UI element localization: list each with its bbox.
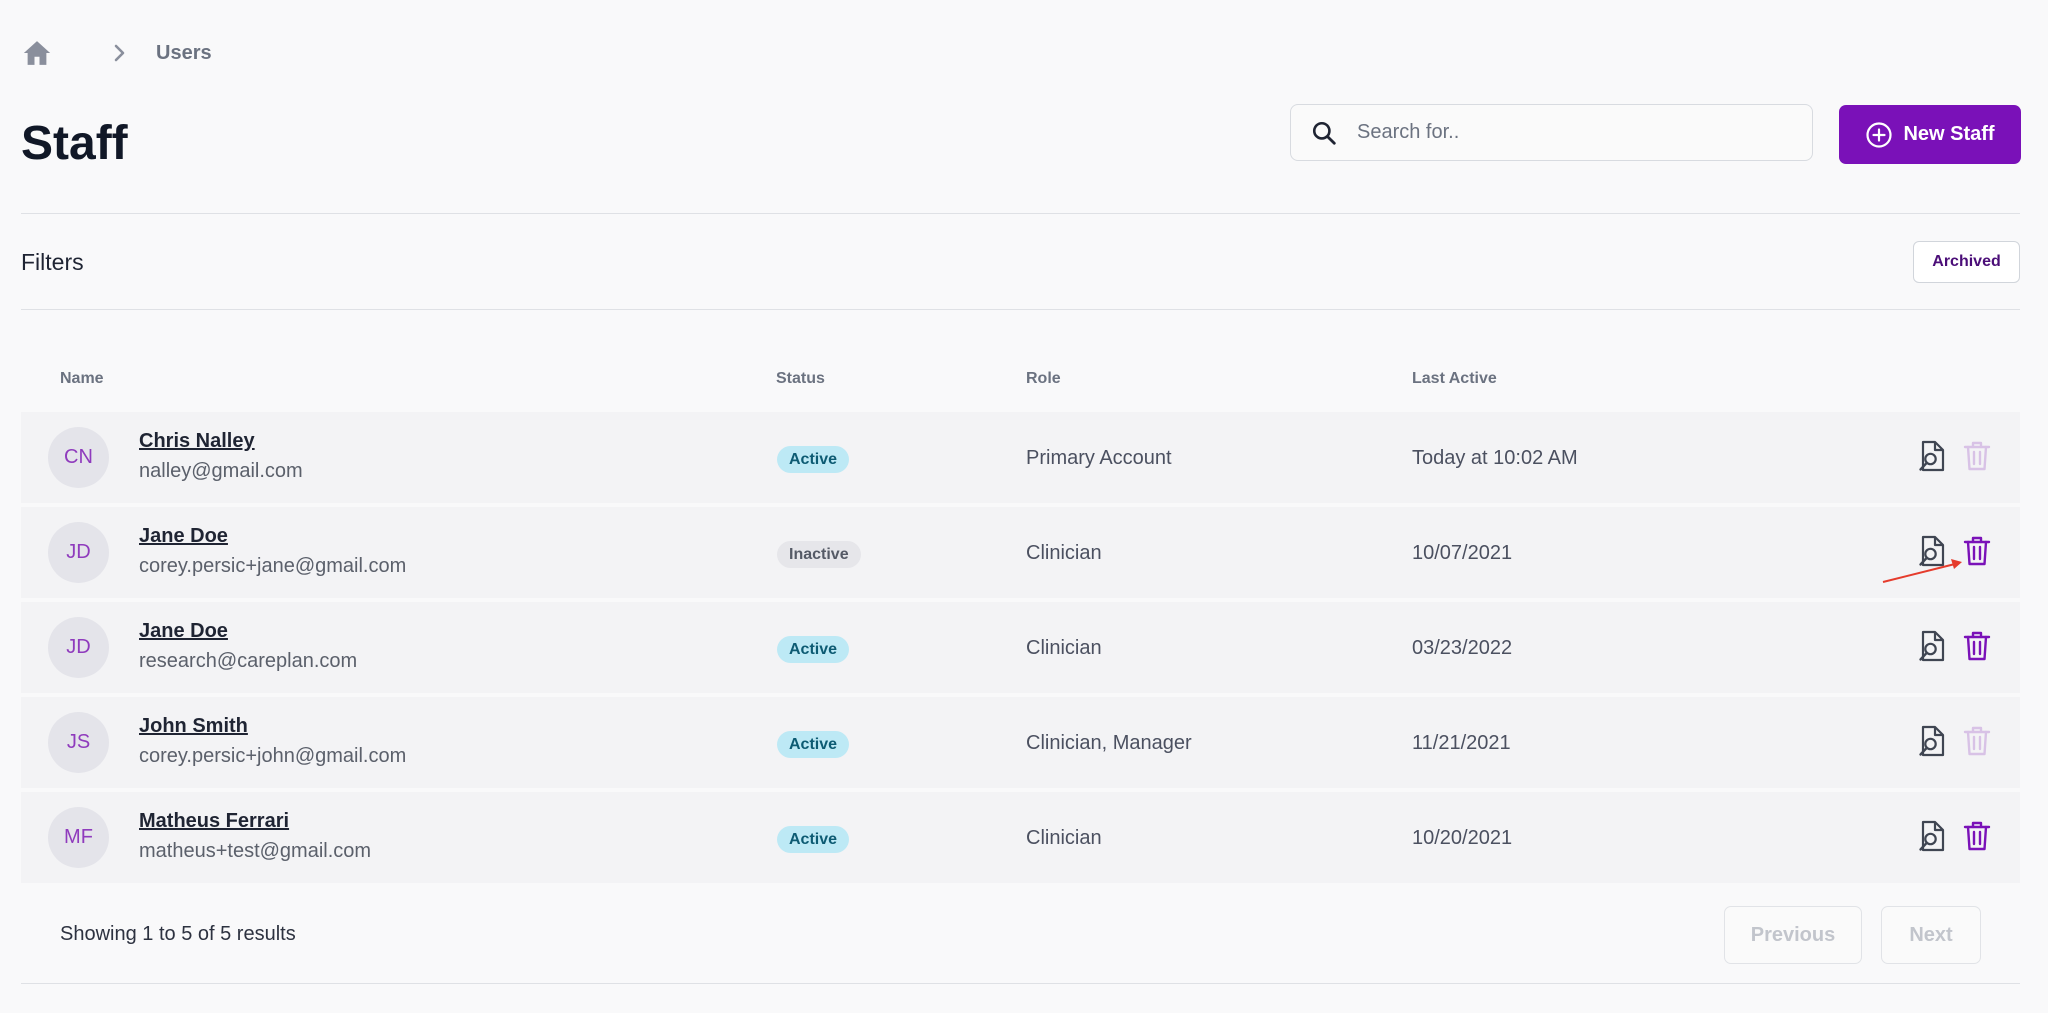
status-badge: Active [777, 446, 850, 473]
user-email: nalley@gmail.com [139, 460, 303, 482]
trash-icon[interactable] [1963, 725, 1991, 757]
last-active: 11/21/2021 [1412, 732, 1511, 754]
breadcrumb: Users [22, 38, 212, 68]
status-badge: Active [777, 636, 850, 663]
user-email: corey.persic+john@gmail.com [139, 745, 407, 767]
user-role: Clinician, Manager [1026, 732, 1192, 754]
table-row: MF Matheus Ferrari matheus+test@gmail.co… [21, 792, 2020, 883]
avatar: JS [48, 712, 109, 773]
search-input[interactable] [1357, 121, 1777, 144]
table-footer [21, 883, 2020, 884]
view-document-icon[interactable] [1917, 440, 1947, 474]
status-badge: Inactive [777, 541, 861, 568]
chevron-right-icon [114, 44, 125, 62]
divider [21, 309, 2020, 310]
column-header-role[interactable]: Role [1026, 370, 1061, 388]
view-document-icon[interactable] [1917, 725, 1947, 759]
column-header-name[interactable]: Name [60, 370, 104, 388]
user-email: corey.persic+jane@gmail.com [139, 555, 407, 577]
avatar: JD [48, 617, 109, 678]
search-box[interactable] [1290, 104, 1813, 161]
avatar: MF [48, 807, 109, 868]
new-staff-label: New Staff [1903, 123, 1995, 145]
previous-button[interactable]: Previous [1724, 906, 1862, 964]
breadcrumb-current[interactable]: Users [156, 42, 212, 65]
user-email: matheus+test@gmail.com [139, 840, 372, 862]
last-active: 10/07/2021 [1412, 542, 1513, 564]
column-header-status[interactable]: Status [776, 370, 825, 388]
results-summary: Showing 1 to 5 of 5 results [60, 923, 296, 945]
table-row: CN Chris Nalley nalley@gmail.com Active … [21, 412, 2020, 503]
trash-icon[interactable] [1963, 820, 1991, 852]
view-document-icon[interactable] [1917, 630, 1947, 664]
status-badge: Active [777, 731, 850, 758]
user-name-link[interactable]: Jane Doe [139, 620, 228, 643]
user-name-link[interactable]: Chris Nalley [139, 430, 255, 453]
avatar: JD [48, 522, 109, 583]
last-active: Today at 10:02 AM [1412, 447, 1578, 469]
table-row: JD Jane Doe research@careplan.com Active… [21, 602, 2020, 693]
user-name-link[interactable]: Matheus Ferrari [139, 810, 289, 833]
page-title: Staff [21, 117, 128, 170]
column-header-last-active[interactable]: Last Active [1412, 370, 1497, 388]
user-role: Primary Account [1026, 447, 1172, 469]
avatar: CN [48, 427, 109, 488]
status-badge: Active [777, 826, 850, 853]
table-row: JS John Smith corey.persic+john@gmail.co… [21, 697, 2020, 788]
user-email: research@careplan.com [139, 650, 358, 672]
user-name-link[interactable]: John Smith [139, 715, 248, 738]
user-name-link[interactable]: Jane Doe [139, 525, 228, 548]
filters-title: Filters [21, 249, 84, 275]
plus-circle-icon [1866, 121, 1893, 148]
divider [21, 213, 2020, 214]
next-button[interactable]: Next [1881, 906, 1981, 964]
trash-icon[interactable] [1963, 630, 1991, 662]
last-active: 10/20/2021 [1412, 827, 1513, 849]
view-document-icon[interactable] [1917, 820, 1947, 854]
user-role: Clinician [1026, 637, 1102, 659]
archived-button[interactable]: Archived [1913, 241, 2020, 283]
last-active: 03/23/2022 [1412, 637, 1513, 659]
annotation-arrow [1882, 559, 1962, 583]
user-role: Clinician [1026, 827, 1102, 849]
new-staff-button[interactable]: New Staff [1839, 105, 2021, 164]
divider [21, 983, 2020, 984]
trash-icon[interactable] [1963, 440, 1991, 472]
home-icon[interactable] [22, 38, 52, 68]
table-row: JD Jane Doe corey.persic+jane@gmail.com … [21, 507, 2020, 598]
user-role: Clinician [1026, 542, 1102, 564]
search-icon [1312, 121, 1336, 145]
